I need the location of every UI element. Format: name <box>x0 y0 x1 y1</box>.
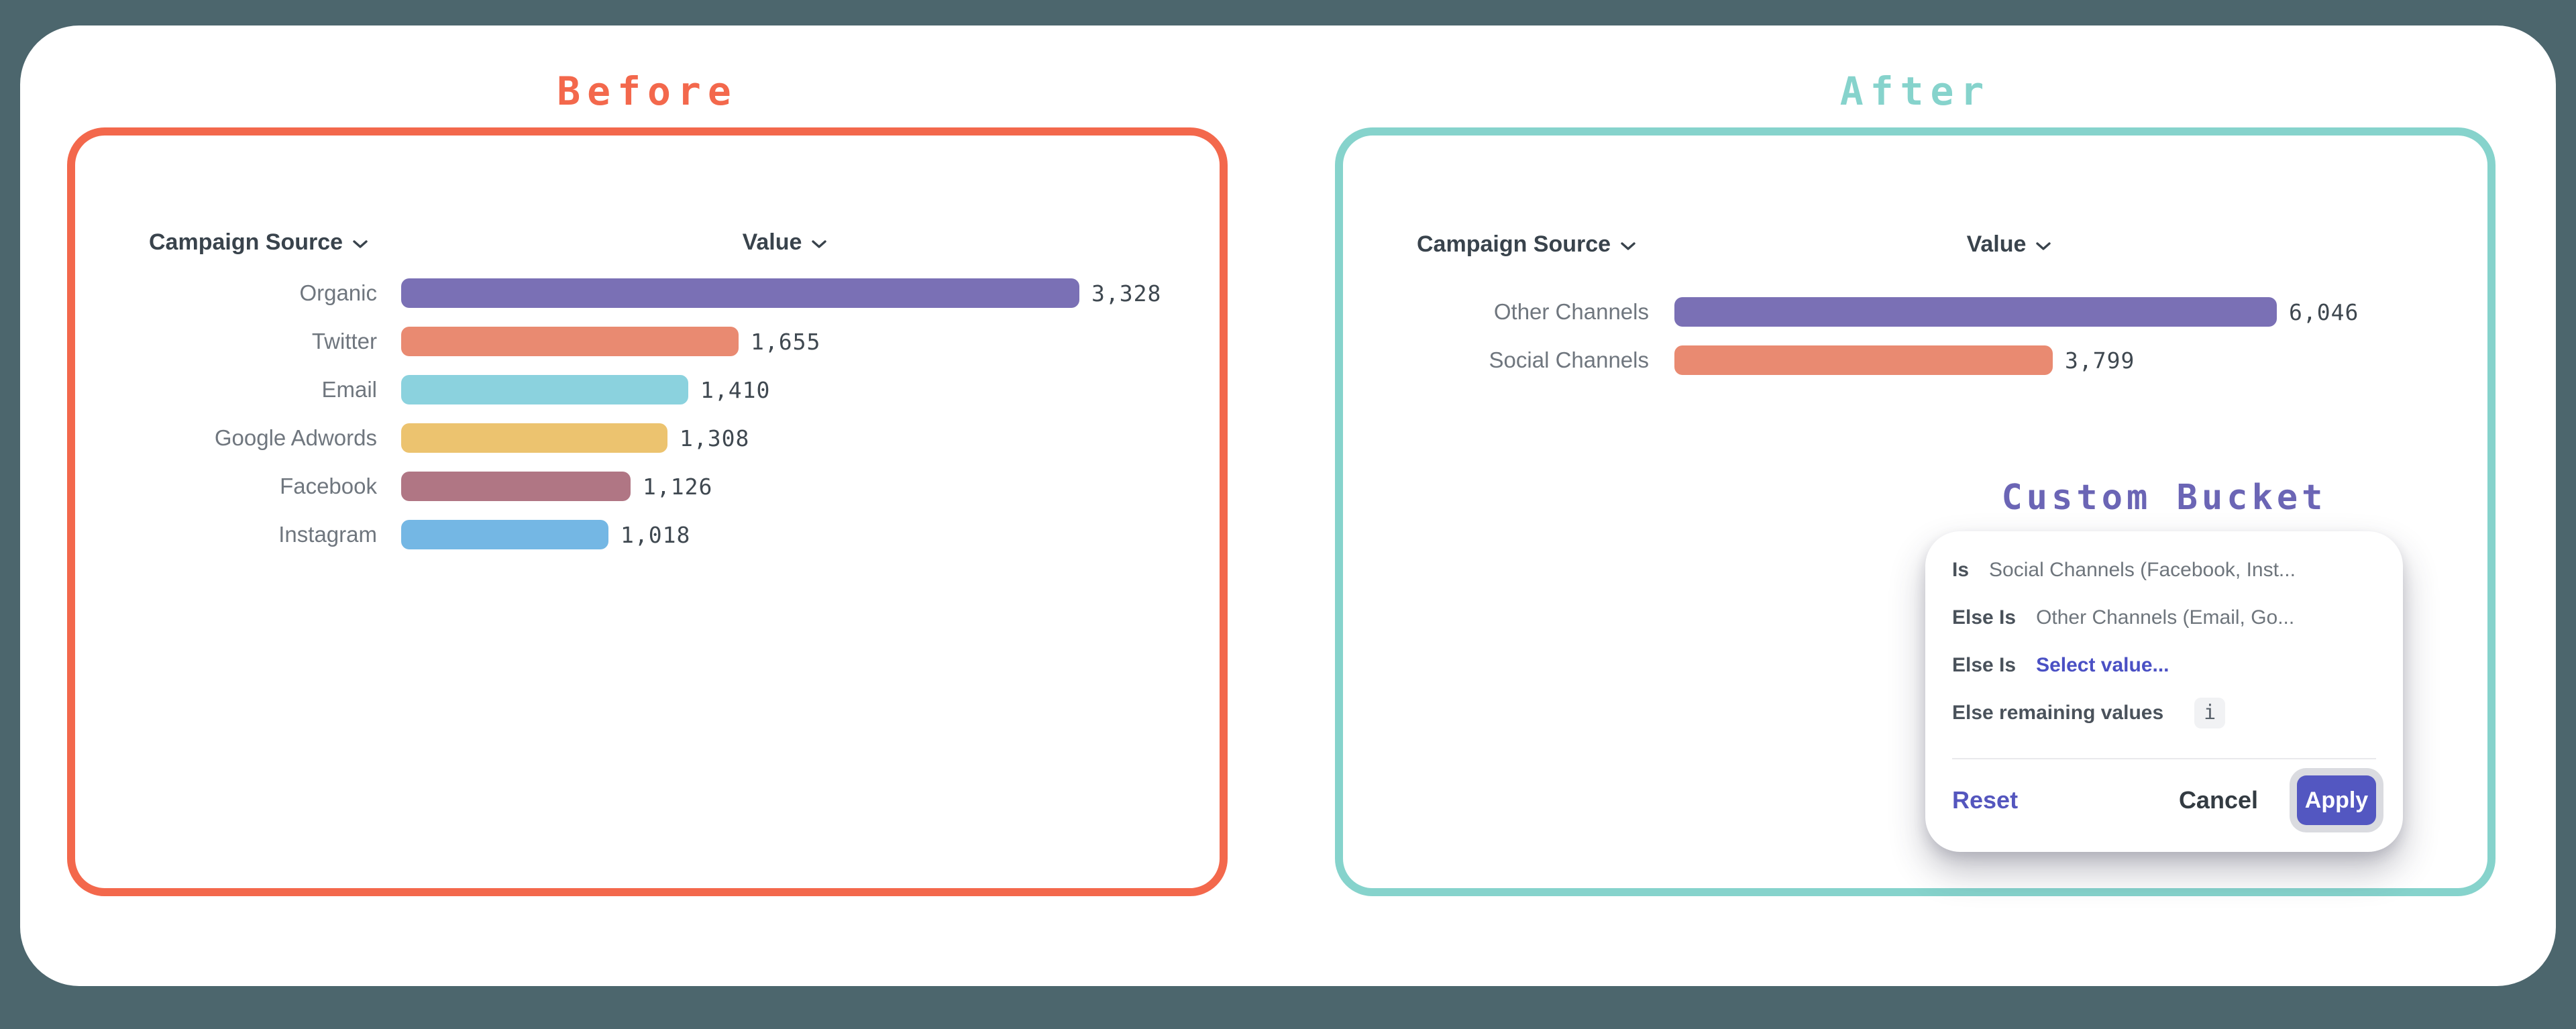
row-label: Other Channels <box>1417 299 1649 325</box>
after-source-header-label: Campaign Source <box>1417 231 1611 258</box>
cancel-button[interactable]: Cancel <box>2179 786 2258 814</box>
apply-button[interactable]: Apply <box>2297 775 2376 825</box>
condition-keyword: Is <box>1952 559 1969 582</box>
condition-keyword: Else Is <box>1952 654 2016 677</box>
chevron-down-icon <box>1620 241 1636 251</box>
value-bar[interactable] <box>1674 297 2277 327</box>
bar-value: 3,328 <box>1091 280 1161 307</box>
table-row: Email 1,410 <box>149 366 1161 414</box>
bar-value: 1,655 <box>751 329 820 355</box>
table-row: Twitter 1,655 <box>149 317 1161 366</box>
table-row: Organic 3,328 <box>149 269 1161 317</box>
after-source-column-header[interactable]: Campaign Source <box>1417 231 1636 258</box>
table-row: Social Channels 3,799 <box>1417 336 2359 384</box>
condition-keyword: Else Is <box>1952 606 2016 629</box>
bar-value: 3,799 <box>2065 347 2135 374</box>
value-bar[interactable] <box>1674 345 2053 375</box>
select-value-link[interactable]: Select value... <box>2036 654 2169 677</box>
bucket-condition-row: Else Is Select value... <box>1952 641 2376 689</box>
condition-value[interactable]: Other Channels (Email, Go... <box>2036 606 2294 629</box>
value-bar[interactable] <box>401 278 1079 308</box>
dialog-divider <box>1952 758 2376 759</box>
before-table-rows: Organic 3,328 Twitter 1,655 Email 1,410 Google… <box>149 269 1161 559</box>
before-source-header-label: Campaign Source <box>149 229 343 256</box>
after-value-column-header[interactable]: Value <box>1875 231 2143 258</box>
table-row: Facebook 1,126 <box>149 462 1161 510</box>
value-bar[interactable] <box>401 472 631 501</box>
value-bar[interactable] <box>401 375 688 404</box>
chevron-down-icon <box>352 239 368 249</box>
after-value-header-label: Value <box>1967 231 2027 258</box>
value-bar[interactable] <box>401 327 739 356</box>
bar-value: 1,018 <box>621 522 690 548</box>
row-label: Email <box>149 377 377 402</box>
bar-value: 1,126 <box>643 474 712 500</box>
row-label: Social Channels <box>1417 347 1649 373</box>
bar-value: 1,308 <box>680 425 749 451</box>
value-bar[interactable] <box>401 423 667 453</box>
info-icon[interactable]: i <box>2194 698 2225 728</box>
row-label: Facebook <box>149 474 377 499</box>
dialog-footer: Reset Cancel Apply <box>1952 770 2385 830</box>
chevron-down-icon <box>811 239 827 249</box>
row-label: Twitter <box>149 329 377 354</box>
bucket-condition-row: Is Social Channels (Facebook, Inst... <box>1952 546 2376 594</box>
table-row: Google Adwords 1,308 <box>149 414 1161 462</box>
row-label: Google Adwords <box>149 425 377 451</box>
after-table-rows: Other Channels 6,046 Social Channels 3,799 <box>1417 288 2359 384</box>
row-label: Instagram <box>149 522 377 547</box>
bucket-condition-list: Is Social Channels (Facebook, Inst... Else… <box>1952 546 2376 737</box>
row-label: Organic <box>149 280 377 306</box>
reset-button[interactable]: Reset <box>1952 786 2018 814</box>
before-value-header-label: Value <box>743 229 802 256</box>
condition-keyword: Else remaining values <box>1952 702 2163 724</box>
before-title: Before <box>67 68 1228 114</box>
custom-bucket-title: Custom Bucket <box>1925 478 2403 518</box>
before-value-column-header[interactable]: Value <box>651 229 919 256</box>
condition-value[interactable]: Social Channels (Facebook, Inst... <box>1989 559 2296 582</box>
table-row: Instagram 1,018 <box>149 510 1161 559</box>
value-bar[interactable] <box>401 520 608 549</box>
after-title: After <box>1335 68 2496 114</box>
before-source-column-header[interactable]: Campaign Source <box>149 229 368 256</box>
chevron-down-icon <box>2035 241 2051 251</box>
bar-value: 6,046 <box>2289 299 2359 325</box>
bucket-condition-row: Else Is Other Channels (Email, Go... <box>1952 594 2376 641</box>
table-row: Other Channels 6,046 <box>1417 288 2359 336</box>
custom-bucket-dialog: Is Social Channels (Facebook, Inst... Else… <box>1925 531 2403 852</box>
bucket-condition-row: Else remaining values i <box>1952 689 2376 737</box>
bar-value: 1,410 <box>700 377 770 403</box>
